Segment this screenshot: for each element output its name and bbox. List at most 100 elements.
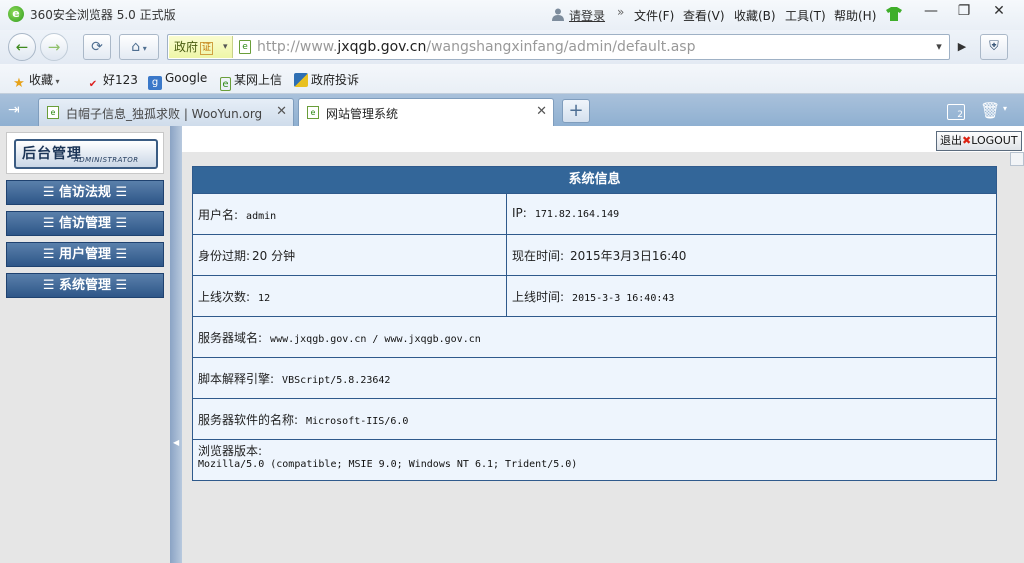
browser-version-label: 浏览器版本: (198, 444, 263, 458)
online-time-value: 2015-3-3 16:40:43 (572, 293, 675, 304)
info-row: 用户名: admin IP: 171.82.164.149 (193, 193, 996, 234)
nav-xinfang-management[interactable]: ☰ 信访管理 ☰ (6, 211, 164, 236)
expire-label: 身份过期: (198, 249, 251, 263)
admin-sidebar: 后台管理 ADMINISTRATOR ☰ 信访法规 ☰ ☰ 信访管理 ☰ ☰ 用… (0, 126, 170, 563)
script-engine-value: VBScript/5.8.23642 (282, 375, 391, 386)
star-icon: ★ (13, 76, 25, 91)
info-row: 脚本解释引擎: VBScript/5.8.23642 (193, 357, 996, 398)
gov-certified-badge[interactable]: 政府证 ▾ (169, 36, 233, 58)
hao123-icon: ✔ (88, 79, 98, 90)
url-text[interactable]: http://www.jxqgb.gov.cn/wangshangxinfang… (257, 39, 695, 55)
logo-title: 后台管理 (22, 146, 82, 162)
system-info-panel: 系统信息 用户名: admin IP: 171.82.164.149 身份过期: 20… (192, 166, 997, 481)
username-label: 用户名: (198, 208, 239, 222)
bookmark-favorites[interactable]: ★ 收藏 ▾ (12, 71, 59, 91)
tab-bar: ⇥ e 白帽子信息_独孤求败 | WooYun.org ✕ e 网站管理系统 ✕… (0, 94, 1024, 126)
ip-label: IP: (512, 206, 527, 220)
scrollbar-up-button[interactable] (1010, 152, 1024, 166)
bookmarks-bar: ★ 收藏 ▾ ✔ 好123 g Google e 某网上信 政府投诉 (0, 64, 1024, 94)
bookmark-google[interactable]: g Google (148, 71, 207, 90)
address-dropdown-icon[interactable]: ▾ (930, 34, 948, 60)
gov-label: 政府 (174, 40, 199, 54)
info-row: 服务器软件的名称: Microsoft-IIS/6.0 (193, 398, 996, 439)
tab-label: 网站管理系统 (326, 107, 399, 121)
home-icon: ⌂ (131, 39, 141, 55)
menu-view[interactable]: 查看(V) (683, 7, 725, 24)
restore-button[interactable]: ❐ (947, 0, 981, 24)
gov-dropdown-icon[interactable]: ▾ (223, 36, 228, 58)
bookmark-hao123[interactable]: ✔ 好123 (86, 71, 138, 92)
server-software-label: 服务器软件的名称: (198, 413, 299, 427)
info-row: 浏览器版本: Mozilla/5.0 (compatible; MSIE 9.0;… (193, 439, 996, 480)
server-domain-label: 服务器域名: (198, 331, 263, 345)
logout-button[interactable]: 退出✖LOGOUT (936, 131, 1022, 151)
bookmark-gov-complaint[interactable]: 政府投诉 (294, 71, 359, 88)
menu-chevron-icon[interactable]: » (617, 5, 624, 19)
go-button[interactable]: ▶ (952, 34, 972, 60)
login-count-label: 上线次数: (198, 290, 251, 304)
current-time-label: 现在时间: (512, 249, 565, 263)
admin-logo: 后台管理 ADMINISTRATOR (6, 132, 164, 174)
nav-xinfang-regulations[interactable]: ☰ 信访法规 ☰ (6, 180, 164, 205)
expire-value: 20 分钟 (252, 249, 296, 263)
login-link[interactable]: 请登录 (569, 7, 605, 24)
info-row: 身份过期: 20 分钟 现在时间: 2015年3月3日16:40 (193, 234, 996, 275)
minimize-button[interactable]: — (914, 0, 948, 24)
back-button[interactable]: ← (8, 33, 36, 61)
tab-close-icon[interactable]: ✕ (276, 104, 287, 119)
info-row: 上线次数: 12 上线时间: 2015-3-3 16:40:43 (193, 275, 996, 316)
tab-admin-system[interactable]: e 网站管理系统 ✕ (298, 98, 554, 126)
address-bar[interactable]: 政府证 ▾ e http://www.jxqgb.gov.cn/wangshan… (167, 34, 950, 60)
collapse-arrow-icon[interactable]: ◀ (173, 438, 179, 447)
server-software-value: Microsoft-IIS/6.0 (306, 416, 409, 427)
close-button[interactable]: ✕ (982, 0, 1016, 24)
frame-splitter[interactable]: ◀ (170, 126, 182, 563)
page-content: 后台管理 ADMINISTRATOR ☰ 信访法规 ☰ ☰ 信访管理 ☰ ☰ 用… (0, 126, 1024, 563)
security-shield-button[interactable]: ⛨ (980, 34, 1008, 60)
forward-button[interactable]: → (40, 33, 68, 61)
logout-x-icon: ✖ (962, 134, 972, 147)
tab-close-icon[interactable]: ✕ (536, 104, 547, 119)
tab-favicon-icon: e (47, 106, 59, 119)
home-button[interactable]: ⌂ ▾ (119, 34, 159, 60)
page-favicon-icon: e (239, 40, 251, 54)
menu-favorites[interactable]: 收藏(B) (734, 7, 776, 24)
main-frame: 退出✖LOGOUT 系统信息 用户名: admin IP: 171.82.164.1… (182, 126, 1024, 563)
current-time-value: 2015年3月3日16:40 (570, 249, 687, 263)
tab-label: 白帽子信息_独孤求败 | WooYun.org (66, 107, 263, 121)
navigation-bar: ← → ⟳ ⌂ ▾ 政府证 ▾ e http://www.jxqgb.gov.c… (0, 30, 1024, 64)
title-bar: e 360安全浏览器 5.0 正式版 请登录 » 文件(F) 查看(V) 收藏(… (0, 0, 1024, 30)
bookmark-xinfang[interactable]: e 某网上信 (220, 71, 282, 91)
username-value: admin (246, 211, 277, 222)
gov-icon (294, 73, 308, 87)
script-engine-label: 脚本解释引擎: (198, 372, 275, 386)
trash-icon[interactable]: 🗑 (980, 101, 1000, 120)
tab-wooyun[interactable]: e 白帽子信息_独孤求败 | WooYun.org ✕ (38, 98, 294, 126)
refresh-button[interactable]: ⟳ (83, 34, 111, 60)
info-row: 服务器域名: www.jxqgb.gov.cn / www.jxqgb.gov.c… (193, 316, 996, 357)
browser-logo-icon: e (8, 6, 24, 22)
google-icon: g (148, 76, 162, 90)
panel-title: 系统信息 (193, 167, 996, 193)
home-dropdown-icon[interactable]: ▾ (140, 44, 147, 53)
nav-system-management[interactable]: ☰ 系统管理 ☰ (6, 273, 164, 298)
ip-value: 171.82.164.149 (534, 209, 620, 220)
menu-tools[interactable]: 工具(T) (785, 7, 826, 24)
new-tab-button[interactable]: + (562, 99, 590, 123)
app-title: 360安全浏览器 5.0 正式版 (30, 8, 176, 22)
tab-favicon-icon: e (307, 106, 319, 119)
online-time-label: 上线时间: (512, 290, 565, 304)
trash-dropdown-icon[interactable]: ▾ (1003, 104, 1007, 113)
page-icon: e (220, 77, 231, 91)
sidebar-toggle-icon[interactable]: ⇥ (8, 102, 20, 118)
gov-cert-icon: 证 (200, 42, 214, 55)
menu-file[interactable]: 文件(F) (634, 7, 674, 24)
skin-shirt-icon[interactable] (886, 7, 902, 21)
nav-user-management[interactable]: ☰ 用户管理 ☰ (6, 242, 164, 267)
logo-subtitle: ADMINISTRATOR (74, 156, 139, 164)
tab-count-icon[interactable]: 2 (947, 104, 965, 120)
browser-version-value: Mozilla/5.0 (compatible; MSIE 9.0; Windo… (198, 459, 578, 470)
menu-help[interactable]: 帮助(H) (834, 7, 876, 24)
user-icon[interactable] (551, 7, 565, 21)
server-domain-value: www.jxqgb.gov.cn / www.jxqgb.gov.cn (270, 334, 481, 345)
